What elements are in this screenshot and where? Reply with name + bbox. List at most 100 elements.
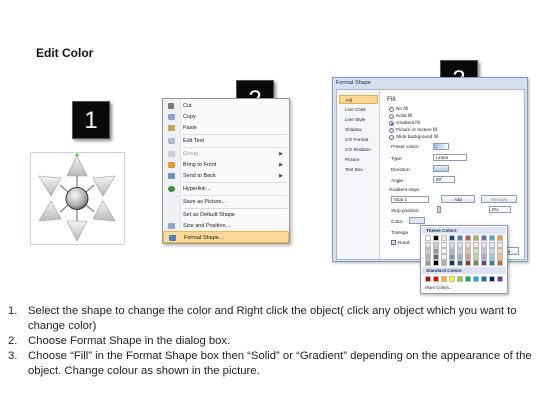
standard-color-swatch[interactable] (489, 276, 495, 282)
color-dropdown[interactable] (409, 217, 425, 224)
nav-fill[interactable]: Fill (339, 95, 378, 104)
rotate-label: Rotat (398, 240, 410, 245)
standard-color-swatch[interactable] (473, 276, 479, 282)
color-label: Color: (391, 219, 404, 224)
instruction-item: 2. Choose Format Shape in the dialog box. (8, 334, 553, 349)
menu-item-send-to-back[interactable]: Send to Back ▶ (163, 170, 289, 182)
angle-input[interactable]: 90° (433, 176, 455, 183)
standard-color-swatch[interactable] (497, 276, 503, 282)
angle-label: Angle: (391, 178, 405, 183)
nav-line-style[interactable]: Line Style (339, 115, 378, 124)
slide-title: Edit Color (36, 46, 94, 60)
theme-color-swatch[interactable] (497, 235, 503, 241)
theme-color-swatch[interactable] (441, 260, 447, 266)
direction-label: Direction: (391, 167, 411, 172)
radio-solid-fill[interactable] (389, 114, 394, 119)
theme-color-swatch[interactable] (481, 235, 487, 241)
text-icon (168, 138, 175, 144)
add-stop-button[interactable]: Add (441, 195, 475, 203)
theme-color-swatch[interactable] (449, 235, 455, 241)
instruction-item: 3. Choose “Fill” in the Format Shape box … (8, 349, 553, 379)
no-fill-label: No fill (396, 106, 408, 111)
theme-color-swatch[interactable] (465, 235, 471, 241)
stop-position-label: Stop position: (391, 208, 420, 213)
menu-item-paste[interactable]: Paste (163, 122, 289, 134)
dialog-nav: Fill Line Color Line Style Shadow 3-D Fo… (337, 90, 380, 259)
theme-color-swatch[interactable] (449, 260, 455, 266)
instruction-text: Select the shape to change the color and… (28, 305, 517, 332)
nav-3d-format[interactable]: 3-D Format (339, 135, 378, 144)
bring-front-icon (168, 162, 175, 168)
type-dropdown[interactable]: Linear (433, 154, 467, 161)
theme-color-swatch[interactable] (465, 260, 471, 266)
paste-icon (168, 125, 175, 131)
theme-color-swatch[interactable] (473, 235, 479, 241)
more-colors-link[interactable]: More Colors... (425, 285, 453, 290)
scissors-icon (168, 103, 174, 109)
transparency-label: Transpa (391, 230, 409, 235)
theme-color-swatch[interactable] (433, 235, 439, 241)
menu-item-paste-label: Paste (183, 125, 198, 131)
theme-color-swatch[interactable] (497, 260, 503, 266)
menu-item-send-to-back-label: Send to Back (183, 173, 216, 179)
menu-item-save-as-picture-label: Save as Picture... (183, 199, 227, 205)
radio-slide-background-fill[interactable] (389, 135, 394, 140)
step-badge-1: 1 (72, 101, 110, 139)
nav-shadow[interactable]: Shadow (339, 125, 378, 134)
instruction-item: 1. Select the shape to change the color a… (8, 304, 553, 334)
menu-item-format-shape[interactable]: Format Shape... (163, 231, 289, 243)
group-icon (168, 151, 175, 157)
nav-line-color[interactable]: Line Color (339, 105, 378, 114)
picture-fill-label: Picture or texture fill (396, 127, 438, 132)
theme-color-swatch[interactable] (441, 235, 447, 241)
nav-3d-rotation[interactable]: 3-D Rotation (339, 145, 378, 154)
star-shape[interactable] (30, 152, 125, 245)
theme-color-swatch[interactable] (433, 260, 439, 266)
standard-color-swatch[interactable] (449, 276, 455, 282)
nav-picture[interactable]: Picture (339, 155, 378, 164)
solid-fill-label: Solid fill (396, 113, 413, 118)
direction-dropdown[interactable] (433, 165, 449, 172)
menu-item-format-shape-label: Format Shape... (184, 235, 224, 241)
size-icon (168, 223, 175, 229)
standard-color-swatch[interactable] (425, 276, 431, 282)
theme-color-swatch[interactable] (489, 260, 495, 266)
menu-item-edit-text[interactable]: Edit Text (163, 135, 289, 147)
radio-no-fill[interactable] (389, 107, 394, 112)
menu-item-hyperlink[interactable]: Hyperlink... (163, 183, 289, 195)
theme-color-swatch[interactable] (457, 260, 463, 266)
theme-color-swatch[interactable] (481, 260, 487, 266)
theme-color-swatch[interactable] (489, 235, 495, 241)
preset-colors-dropdown[interactable] (433, 143, 449, 150)
standard-color-swatch[interactable] (441, 276, 447, 282)
globe-icon (168, 186, 175, 192)
theme-color-swatch[interactable] (473, 260, 479, 266)
nav-text-box[interactable]: Text Box (339, 165, 378, 174)
radio-gradient-fill[interactable] (389, 121, 394, 126)
theme-color-swatch[interactable] (425, 260, 431, 266)
stop-position-input[interactable]: 0% (489, 206, 511, 213)
context-menu: Cut Copy Paste Edit Text Group ▶ Bring to… (162, 98, 290, 244)
standard-color-swatch[interactable] (481, 276, 487, 282)
remove-stop-button[interactable]: Remove (481, 195, 517, 203)
theme-color-swatch[interactable] (457, 235, 463, 241)
standard-color-swatch[interactable] (457, 276, 463, 282)
stop-dropdown[interactable]: Stop 1 (391, 196, 429, 203)
copy-icon (168, 114, 175, 120)
standard-color-swatch[interactable] (433, 276, 439, 282)
menu-item-save-as-picture[interactable]: Save as Picture... (163, 196, 289, 208)
format-icon (169, 235, 176, 241)
radio-picture-fill[interactable] (389, 128, 394, 133)
instructions-list: 1. Select the shape to change the color a… (8, 304, 553, 379)
preset-colors-label: Preset colors: (391, 144, 420, 149)
instruction-number: 3. (8, 350, 18, 362)
standard-colors-header: Standard Colors (422, 267, 506, 274)
stop-position-slider[interactable] (437, 206, 441, 213)
standard-color-swatch[interactable] (465, 276, 471, 282)
fill-section-title: Fill (387, 96, 396, 103)
rotate-with-shape-checkbox[interactable]: ✓ (391, 240, 396, 245)
gradient-stops-label: Gradient stops (389, 187, 420, 192)
theme-color-swatch[interactable] (425, 235, 431, 241)
theme-colors-header: Theme Colors (422, 227, 506, 234)
menu-item-edit-text-label: Edit Text (183, 138, 204, 144)
